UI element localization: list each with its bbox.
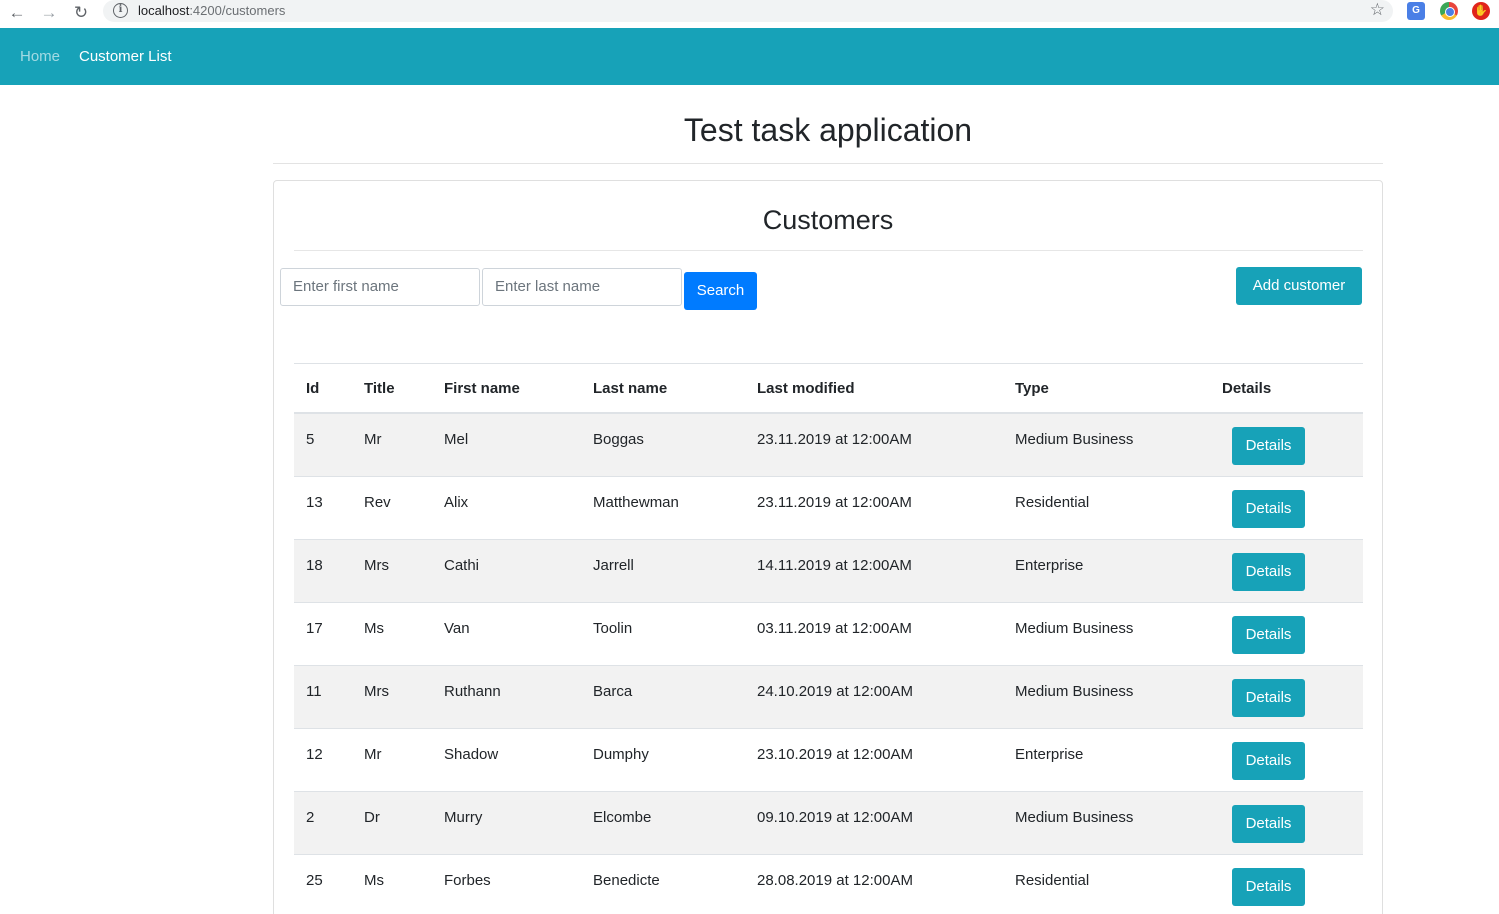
header-type: Type <box>1015 380 1049 397</box>
cell-type: Residential <box>1015 872 1090 889</box>
cell-last-name: Barca <box>593 683 633 700</box>
header-title: Title <box>364 380 395 397</box>
nav-home-link[interactable]: Home <box>20 48 60 66</box>
customers-table: Id Title First name Last name Last modif… <box>294 363 1363 914</box>
cell-title: Mrs <box>364 557 389 574</box>
cell-id: 18 <box>306 557 323 574</box>
header-details: Details <box>1222 380 1272 397</box>
cell-first-name: Alix <box>444 494 469 511</box>
cell-first-name: Forbes <box>444 872 491 889</box>
header-last-name: Last name <box>593 380 668 397</box>
url-text: localhost:4200/customers <box>138 3 285 18</box>
translate-extension-icon[interactable]: G <box>1407 2 1425 20</box>
details-button[interactable]: Details <box>1232 616 1305 654</box>
cell-title: Ms <box>364 620 384 637</box>
table-row: 25 Ms Forbes Benedicte 28.08.2019 at 12:… <box>294 855 1363 914</box>
cell-id: 17 <box>306 620 323 637</box>
cell-last-modified: 14.11.2019 at 12:00AM <box>757 557 912 574</box>
cell-last-modified: 23.11.2019 at 12:00AM <box>757 494 912 511</box>
cell-type: Enterprise <box>1015 746 1084 763</box>
table-row: 12 Mr Shadow Dumphy 23.10.2019 at 12:00A… <box>294 729 1363 792</box>
cell-id: 12 <box>306 746 323 763</box>
cell-id: 11 <box>306 683 322 700</box>
back-arrow-icon[interactable]: ← <box>6 2 28 24</box>
cell-last-modified: 28.08.2019 at 12:00AM <box>757 872 913 889</box>
first-name-input[interactable]: Enter first name <box>280 268 480 306</box>
adblock-extension-icon[interactable]: ✋ <box>1472 2 1490 20</box>
url-host: localhost <box>138 3 190 18</box>
details-button[interactable]: Details <box>1232 742 1305 780</box>
cell-type: Medium Business <box>1015 809 1134 826</box>
cell-last-name: Elcombe <box>593 809 652 826</box>
header-id: Id <box>306 380 320 397</box>
cell-first-name: Shadow <box>444 746 499 763</box>
cell-last-modified: 03.11.2019 at 12:00AM <box>757 620 912 637</box>
cell-last-modified: 23.11.2019 at 12:00AM <box>757 431 912 448</box>
browser-toolbar: ← → ↻ i localhost:4200/customers ☆ G ✋ <box>0 0 1499 28</box>
cell-title: Mr <box>364 431 382 448</box>
cell-id: 25 <box>306 872 323 889</box>
address-bar[interactable]: i localhost:4200/customers ☆ <box>103 0 1393 22</box>
cell-title: Ms <box>364 872 384 889</box>
table-header: Id Title First name Last name Last modif… <box>294 364 1363 414</box>
add-customer-button[interactable]: Add customer <box>1236 267 1362 305</box>
cell-last-name: Toolin <box>593 620 633 637</box>
cell-last-name: Boggas <box>593 431 644 448</box>
details-button[interactable]: Details <box>1232 679 1305 717</box>
cell-first-name: Van <box>444 620 470 637</box>
table-row: 5 Mr Mel Boggas 23.11.2019 at 12:00AM Me… <box>294 414 1363 477</box>
card-title: Customers <box>762 205 894 235</box>
cell-last-modified: 23.10.2019 at 12:00AM <box>757 746 913 763</box>
details-button[interactable]: Details <box>1232 427 1305 465</box>
cell-title: Rev <box>364 494 391 511</box>
cell-id: 5 <box>306 431 315 448</box>
search-button[interactable]: Search <box>684 272 757 310</box>
cell-first-name: Murry <box>444 809 483 826</box>
cell-last-modified: 09.10.2019 at 12:00AM <box>757 809 913 826</box>
details-button[interactable]: Details <box>1232 868 1305 906</box>
chrome-extension-icon[interactable] <box>1440 2 1458 20</box>
details-button[interactable]: Details <box>1232 553 1305 591</box>
cell-type: Medium Business <box>1015 431 1134 448</box>
cell-id: 13 <box>306 494 323 511</box>
cell-type: Enterprise <box>1015 557 1084 574</box>
site-info-icon[interactable]: i <box>113 3 128 18</box>
table-row: 13 Rev Alix Matthewman 23.11.2019 at 12:… <box>294 477 1363 540</box>
cell-type: Residential <box>1015 494 1090 511</box>
cell-id: 2 <box>306 809 315 826</box>
table-row: 11 Mrs Ruthann Barca 24.10.2019 at 12:00… <box>294 666 1363 729</box>
cell-title: Mrs <box>364 683 389 700</box>
cell-last-name: Jarrell <box>593 557 634 574</box>
details-button[interactable]: Details <box>1232 805 1305 843</box>
title-divider <box>273 163 1383 164</box>
table-row: 18 Mrs Cathi Jarrell 14.11.2019 at 12:00… <box>294 540 1363 603</box>
last-name-input[interactable]: Enter last name <box>482 268 682 306</box>
header-first-name: First name <box>444 380 520 397</box>
cell-first-name: Cathi <box>444 557 480 574</box>
cell-title: Dr <box>364 809 380 826</box>
header-last-modified: Last modified <box>757 380 855 397</box>
cell-title: Mr <box>364 746 382 763</box>
url-path: :4200/customers <box>189 3 286 18</box>
cell-first-name: Ruthann <box>444 683 501 700</box>
bookmark-star-icon[interactable]: ☆ <box>1370 0 1385 20</box>
cell-last-name: Benedicte <box>593 872 660 889</box>
cell-last-modified: 24.10.2019 at 12:00AM <box>757 683 913 700</box>
cell-first-name: Mel <box>444 431 469 448</box>
cell-type: Medium Business <box>1015 620 1134 637</box>
nav-customer-list-link[interactable]: Customer List <box>79 48 172 66</box>
table-row: 17 Ms Van Toolin 03.11.2019 at 12:00AM M… <box>294 603 1363 666</box>
forward-arrow-icon[interactable]: → <box>38 2 60 24</box>
app-navbar: Home Customer List <box>0 28 1499 85</box>
card-divider <box>294 250 1363 251</box>
cell-type: Medium Business <box>1015 683 1134 700</box>
reload-icon[interactable]: ↻ <box>70 2 92 24</box>
table-row: 2 Dr Murry Elcombe 09.10.2019 at 12:00AM… <box>294 792 1363 855</box>
details-button[interactable]: Details <box>1232 490 1305 528</box>
cell-last-name: Matthewman <box>593 494 679 511</box>
page-title: Test task application <box>683 112 973 148</box>
cell-last-name: Dumphy <box>593 746 649 763</box>
customers-card: Customers Enter first name Enter last na… <box>273 180 1383 914</box>
